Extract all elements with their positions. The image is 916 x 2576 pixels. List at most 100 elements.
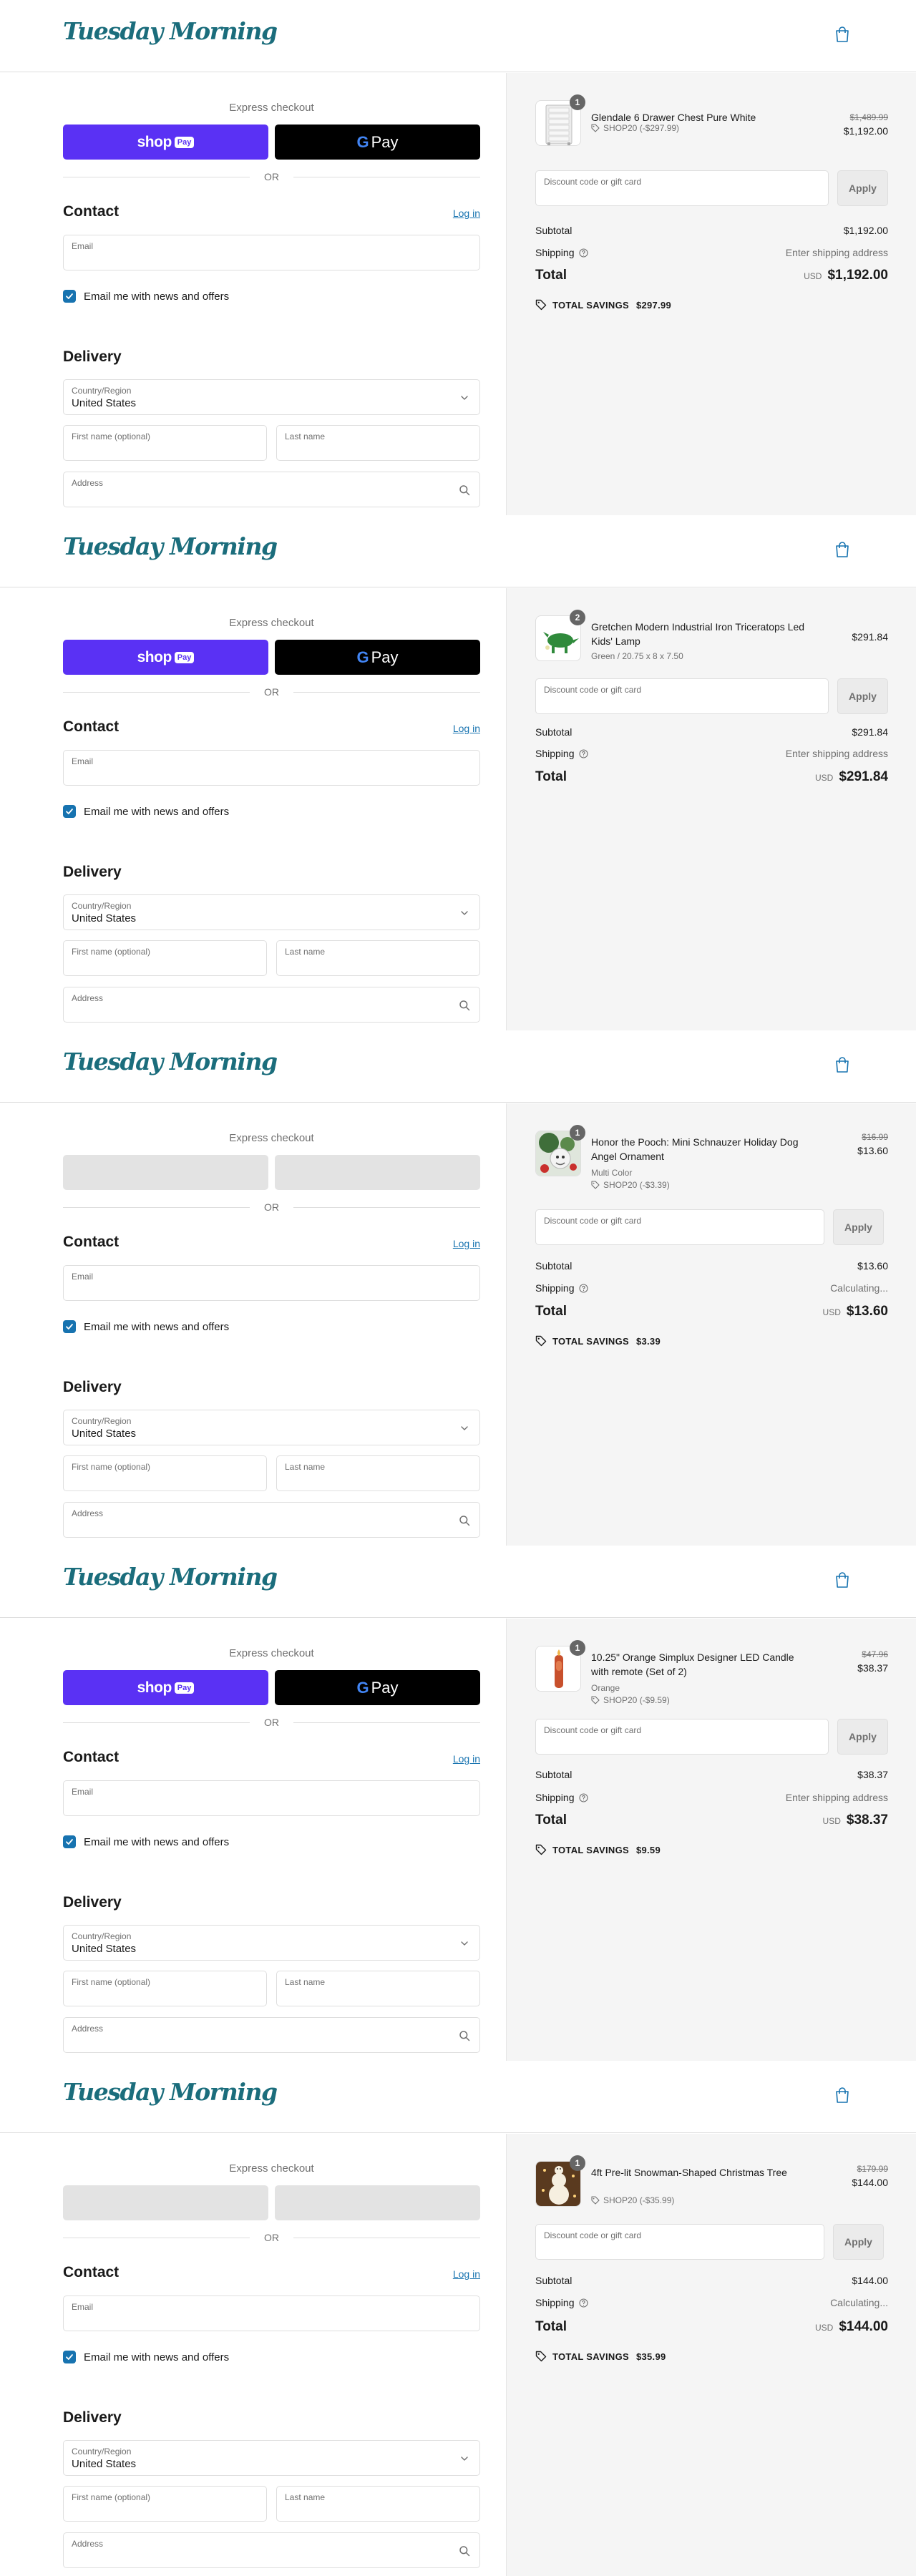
total-savings: TOTAL SAVINGS $3.39 bbox=[535, 1335, 661, 1347]
shopping-bag-icon[interactable] bbox=[834, 541, 850, 558]
discount-code-text: SHOP20 (-$9.59) bbox=[603, 1695, 670, 1705]
help-circle-icon[interactable] bbox=[578, 1792, 588, 1802]
news-checkbox[interactable] bbox=[63, 1320, 76, 1333]
google-pay-button[interactable]: G Pay bbox=[275, 125, 480, 160]
help-circle-icon[interactable] bbox=[578, 748, 588, 758]
tuesday-morning-logo[interactable]: Tuesday Morning bbox=[63, 1048, 278, 1075]
shipping-value: Enter shipping address bbox=[785, 247, 888, 258]
email-field[interactable]: Email bbox=[63, 750, 480, 786]
log-in-link[interactable]: Log in bbox=[429, 2268, 480, 2280]
total-value: USD $38.37 bbox=[650, 1813, 888, 1828]
news-opt-in[interactable]: Email me with news and offers bbox=[63, 1835, 229, 1849]
first-name-field[interactable]: First name (optional) bbox=[63, 425, 267, 461]
discount-code-input[interactable]: Discount code or gift card bbox=[535, 170, 829, 206]
discount-code-input[interactable]: Discount code or gift card bbox=[535, 678, 829, 714]
email-field[interactable]: Email bbox=[63, 235, 480, 270]
total-savings: TOTAL SAVINGS $297.99 bbox=[535, 299, 671, 311]
help-circle-icon[interactable] bbox=[578, 2298, 588, 2308]
shipping-label-text: Shipping bbox=[535, 1792, 575, 1803]
country-select[interactable]: Country/Region United States bbox=[63, 1410, 480, 1445]
log-in-link[interactable]: Log in bbox=[429, 723, 480, 734]
help-circle-icon[interactable] bbox=[578, 1283, 588, 1293]
news-opt-in[interactable]: Email me with news and offers bbox=[63, 2350, 229, 2364]
country-select[interactable]: Country/Region United States bbox=[63, 1925, 480, 1961]
google-pay-button[interactable]: G Pay bbox=[275, 1155, 480, 1190]
first-name-field[interactable]: First name (optional) bbox=[63, 940, 267, 976]
first-name-field[interactable]: First name (optional) bbox=[63, 1455, 267, 1491]
last-name-field[interactable]: Last name bbox=[276, 1455, 480, 1491]
shop-pay-button[interactable]: shop Pay bbox=[63, 1155, 268, 1190]
site-header: Tuesday Morning bbox=[0, 515, 916, 587]
apply-discount-button[interactable]: Apply bbox=[833, 2224, 884, 2260]
last-name-field[interactable]: Last name bbox=[276, 1971, 480, 2006]
or-label: OR bbox=[264, 171, 279, 182]
email-field[interactable]: Email bbox=[63, 1780, 480, 1816]
shop-pay-button[interactable]: shop Pay bbox=[63, 2185, 268, 2220]
address-field[interactable]: Address bbox=[63, 1502, 480, 1538]
shop-pay-button[interactable]: shop Pay bbox=[63, 640, 268, 675]
last-name-field[interactable]: Last name bbox=[276, 940, 480, 976]
discount-code-input[interactable]: Discount code or gift card bbox=[535, 1719, 829, 1755]
log-in-link[interactable]: Log in bbox=[429, 1238, 480, 1249]
google-pay-button[interactable]: G Pay bbox=[275, 1670, 480, 1705]
shopping-bag-icon[interactable] bbox=[834, 1571, 850, 1589]
search-icon[interactable] bbox=[459, 1000, 470, 1011]
subtotal-label-text: Subtotal bbox=[535, 1769, 572, 1780]
news-opt-in[interactable]: Email me with news and offers bbox=[63, 804, 229, 819]
country-select[interactable]: Country/Region United States bbox=[63, 379, 480, 415]
email-field[interactable]: Email bbox=[63, 2296, 480, 2331]
shopping-bag-icon[interactable] bbox=[834, 26, 850, 43]
or-divider: OR bbox=[63, 170, 480, 183]
tag-icon bbox=[591, 2196, 600, 2205]
google-pay-button[interactable]: G Pay bbox=[275, 2185, 480, 2220]
shopping-bag-icon[interactable] bbox=[834, 1056, 850, 1073]
last-name-field[interactable]: Last name bbox=[276, 2486, 480, 2522]
tuesday-morning-logo[interactable]: Tuesday Morning bbox=[63, 532, 278, 560]
subtotal-label-text: Subtotal bbox=[535, 1260, 572, 1272]
shipping-value: Enter shipping address bbox=[785, 1792, 888, 1803]
address-field[interactable]: Address bbox=[63, 2532, 480, 2568]
last-name-field[interactable]: Last name bbox=[276, 425, 480, 461]
search-icon[interactable] bbox=[459, 484, 470, 496]
news-opt-in[interactable]: Email me with news and offers bbox=[63, 1319, 229, 1334]
apply-discount-button[interactable]: Apply bbox=[837, 170, 888, 206]
tuesday-morning-logo[interactable]: Tuesday Morning bbox=[63, 1563, 278, 1591]
news-opt-in[interactable]: Email me with news and offers bbox=[63, 289, 229, 303]
country-label: Country/Region bbox=[72, 2446, 132, 2457]
log-in-link[interactable]: Log in bbox=[429, 208, 480, 219]
news-checkbox[interactable] bbox=[63, 2351, 76, 2363]
total-label: Total bbox=[535, 1813, 567, 1828]
news-checkbox[interactable] bbox=[63, 1835, 76, 1848]
google-pay-button[interactable]: G Pay bbox=[275, 640, 480, 675]
discount-code-input[interactable]: Discount code or gift card bbox=[535, 2224, 824, 2260]
help-circle-icon[interactable] bbox=[578, 248, 588, 258]
search-icon[interactable] bbox=[459, 2545, 470, 2557]
original-price: $16.99 bbox=[862, 1132, 888, 1142]
address-field[interactable]: Address bbox=[63, 2017, 480, 2053]
country-select[interactable]: Country/Region United States bbox=[63, 2440, 480, 2476]
email-field[interactable]: Email bbox=[63, 1265, 480, 1301]
discount-code-input[interactable]: Discount code or gift card bbox=[535, 1209, 824, 1245]
shopping-bag-icon[interactable] bbox=[834, 2087, 850, 2104]
search-icon[interactable] bbox=[459, 1515, 470, 1526]
apply-discount-button[interactable]: Apply bbox=[837, 678, 888, 714]
country-select[interactable]: Country/Region United States bbox=[63, 894, 480, 930]
tuesday-morning-logo[interactable]: Tuesday Morning bbox=[63, 2078, 278, 2106]
apply-discount-button[interactable]: Apply bbox=[837, 1719, 888, 1755]
apply-discount-button[interactable]: Apply bbox=[833, 1209, 884, 1245]
log-in-link[interactable]: Log in bbox=[429, 1753, 480, 1765]
subtotal-value: $144.00 bbox=[852, 2275, 888, 2286]
address-field[interactable]: Address bbox=[63, 987, 480, 1023]
order-summary: 1 Glendale 6 Drawer Chest Pure White SHO… bbox=[506, 73, 916, 515]
shop-pay-button[interactable]: shop Pay bbox=[63, 125, 268, 160]
first-name-field[interactable]: First name (optional) bbox=[63, 2486, 267, 2522]
address-field[interactable]: Address bbox=[63, 472, 480, 507]
news-checkbox[interactable] bbox=[63, 805, 76, 818]
shop-pay-button[interactable]: shop Pay bbox=[63, 1670, 268, 1705]
search-icon[interactable] bbox=[459, 2030, 470, 2041]
news-checkbox[interactable] bbox=[63, 290, 76, 303]
first-name-placeholder: First name (optional) bbox=[72, 431, 151, 441]
quantity-badge: 2 bbox=[570, 610, 585, 625]
first-name-field[interactable]: First name (optional) bbox=[63, 1971, 267, 2006]
tuesday-morning-logo[interactable]: Tuesday Morning bbox=[63, 17, 278, 45]
